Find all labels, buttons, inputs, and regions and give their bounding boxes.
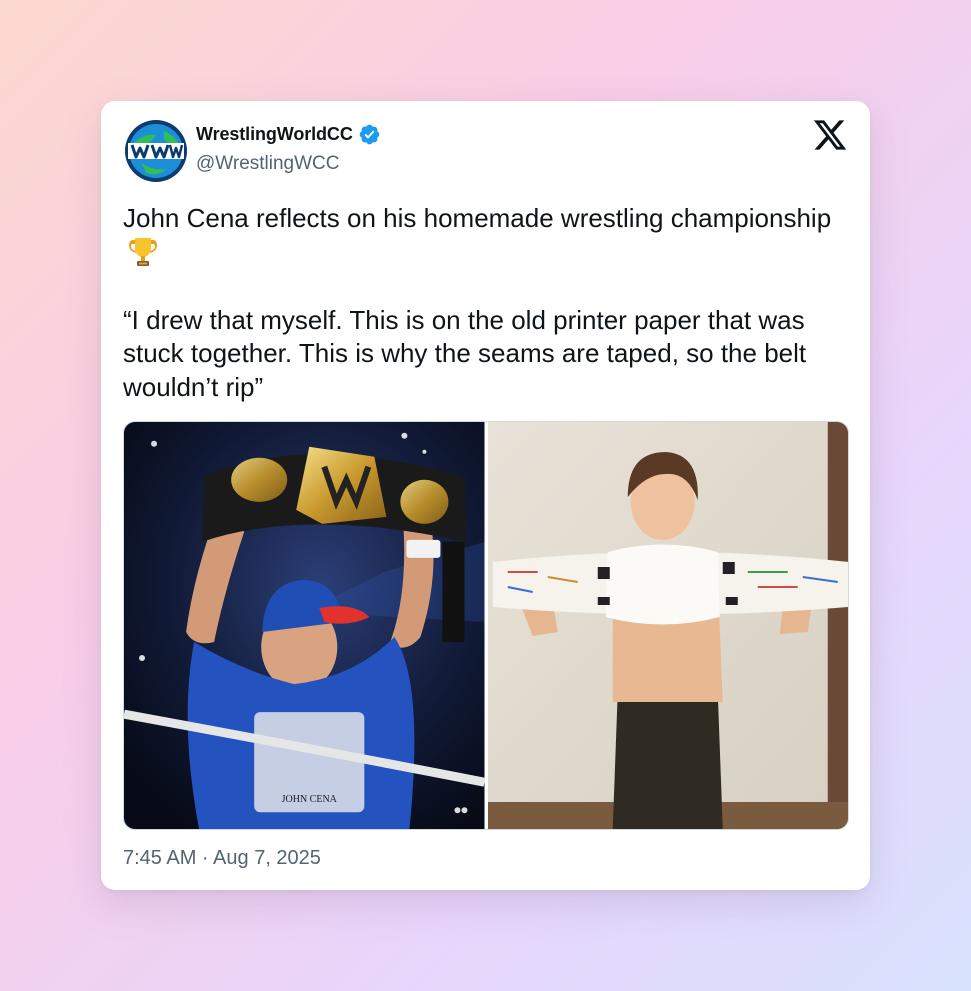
photo-child-holding-paper-belt[interactable] <box>487 422 848 829</box>
photo-wrestler-holding-title-belt[interactable]: JOHN CENA <box>124 422 485 829</box>
handle[interactable]: @WrestlingWCC <box>196 153 381 175</box>
display-name[interactable]: WrestlingWorldCC <box>196 124 353 145</box>
trophy-icon <box>129 237 157 266</box>
globe-ww-logo-icon <box>125 120 187 182</box>
verified-badge-icon <box>359 124 380 145</box>
x-logo-icon[interactable] <box>812 117 848 153</box>
tweet-headline: John Cena reflects on his homemade wrest… <box>123 203 832 233</box>
name-row: WrestlingWorldCC <box>196 123 381 146</box>
svg-text:JOHN CENA: JOHN CENA <box>282 794 338 805</box>
timestamp[interactable]: 7:45 AM · Aug 7, 2025 <box>123 847 321 870</box>
avatar[interactable] <box>124 119 188 183</box>
tweet-text: John Cena reflects on his homemade wrest… <box>123 202 843 404</box>
tweet-quote: “I drew that myself. This is on the old … <box>123 304 814 402</box>
author-block[interactable]: WrestlingWorldCC @WrestlingWCC <box>196 123 381 175</box>
tweet-card: WrestlingWorldCC @WrestlingWCC John Cena… <box>101 101 870 890</box>
media-grid: JOHN CENA <box>123 421 849 830</box>
